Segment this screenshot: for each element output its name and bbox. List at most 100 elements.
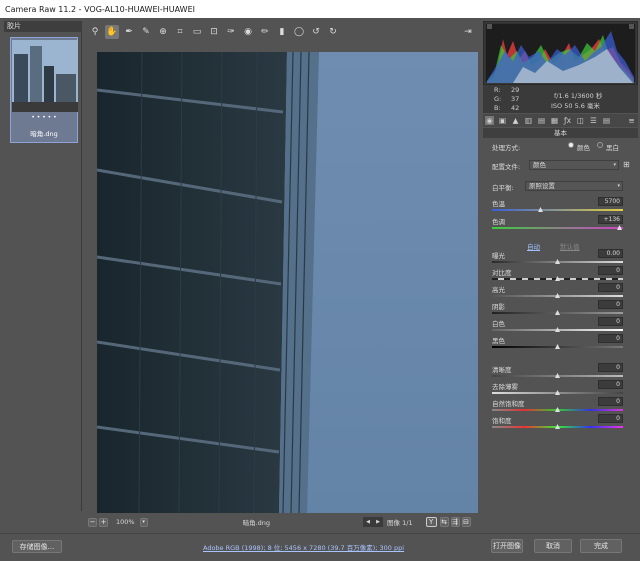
- transform-icon[interactable]: ⊡: [207, 25, 221, 39]
- zoom-out-button[interactable]: −: [88, 517, 97, 527]
- image-nav[interactable]: ◀ ▶: [363, 517, 384, 527]
- color-sampler-icon[interactable]: ✎: [139, 25, 153, 39]
- clarity-label: 清晰度: [492, 366, 512, 374]
- rotate-right-icon[interactable]: ↻: [326, 25, 340, 39]
- swap-settings-icon[interactable]: ⇆: [439, 517, 449, 527]
- tab-hsl-icon[interactable]: ▥: [524, 116, 533, 125]
- temp-slider-track[interactable]: [492, 209, 623, 211]
- hand-icon[interactable]: ✋: [105, 25, 119, 39]
- tab-split-toning-icon[interactable]: ▤: [537, 116, 546, 125]
- blacks-value[interactable]: 0: [598, 334, 623, 343]
- rotate-left-icon[interactable]: ↺: [309, 25, 323, 39]
- clarity-value[interactable]: 0: [598, 363, 623, 372]
- r-value: 29: [511, 86, 520, 94]
- highlights-value[interactable]: 0: [598, 283, 623, 292]
- adjustment-brush-icon[interactable]: ✏: [258, 25, 272, 39]
- b-label: B:: [494, 104, 501, 112]
- default-link[interactable]: 默认值: [560, 241, 580, 251]
- window-title-bar: Camera Raw 11.2 - VOG-AL10-HUAWEI-HUAWEI: [0, 0, 640, 18]
- tint-slider-track[interactable]: [492, 227, 623, 229]
- section-title: 基本: [483, 128, 638, 138]
- straighten-icon[interactable]: ▭: [190, 25, 204, 39]
- tab-effects-icon[interactable]: ƒx: [563, 116, 572, 125]
- radial-filter-icon[interactable]: ◯: [292, 25, 306, 39]
- g-value: 37: [511, 95, 520, 103]
- preview-status-bar: − + 100% ▾ 暗角.dng ◀ ▶ 图像 1/1 Y ⇆ ⇶ ⊟: [88, 515, 478, 529]
- bw-option-label: 黑白: [606, 144, 619, 152]
- profile-label: 配置文件:: [492, 163, 521, 171]
- crop-icon[interactable]: ⌗: [173, 25, 187, 39]
- histogram: [483, 21, 638, 85]
- blacks-label: 黑色: [492, 337, 505, 345]
- color-radio[interactable]: [568, 142, 574, 148]
- before-after-button[interactable]: Y: [425, 517, 437, 527]
- next-image-icon[interactable]: ▶: [376, 519, 380, 525]
- shadow-clip-icon[interactable]: [487, 24, 492, 29]
- tint-label: 色调: [492, 218, 505, 226]
- prev-image-icon[interactable]: ◀: [366, 519, 370, 525]
- highlights-label: 高光: [492, 286, 505, 294]
- b-value: 42: [511, 104, 520, 112]
- vibrance-value[interactable]: 0: [598, 397, 623, 406]
- saturation-label: 饱和度: [492, 417, 512, 425]
- shadows-value[interactable]: 0: [598, 300, 623, 309]
- rgb-readout: R: 29 G: 37 B: 42 f/1.6 1/3600 秒 ISO 50 …: [483, 85, 638, 113]
- copy-settings-icon[interactable]: ⇶: [450, 517, 460, 527]
- vibrance-label: 自然饱和度: [492, 400, 525, 408]
- cancel-button[interactable]: 取消: [534, 539, 572, 553]
- target-adjust-icon[interactable]: ⊕: [156, 25, 170, 39]
- temp-value[interactable]: 5700: [598, 197, 623, 206]
- wb-value: 原照设置: [529, 181, 555, 190]
- tab-lens-icon[interactable]: ▦: [550, 116, 559, 125]
- thumbnail-filename: 暗角.dng: [30, 130, 58, 138]
- whites-value[interactable]: 0: [598, 317, 623, 326]
- tab-detail-icon[interactable]: ▲: [511, 116, 520, 125]
- tab-calibration-icon[interactable]: ◫: [576, 116, 585, 125]
- panel-menu-icon[interactable]: ≡: [627, 116, 636, 125]
- contrast-label: 对比度: [492, 269, 512, 277]
- open-image-button[interactable]: 打开图像: [491, 539, 523, 553]
- bottom-bar: 存储图像... Adobe RGB (1998); 8 位; 5456 x 72…: [0, 533, 640, 561]
- zoom-level[interactable]: 100%: [116, 518, 135, 526]
- zoom-in-button[interactable]: +: [99, 517, 108, 527]
- tab-snapshots-icon[interactable]: ▤: [602, 116, 611, 125]
- bw-radio[interactable]: [597, 142, 603, 148]
- shadows-label: 阴影: [492, 303, 505, 311]
- red-eye-icon[interactable]: ◉: [241, 25, 255, 39]
- wb-select[interactable]: 原照设置 ▾: [525, 181, 623, 191]
- spot-removal-icon[interactable]: ✑: [224, 25, 238, 39]
- profile-select[interactable]: 颜色 ▾: [529, 160, 619, 170]
- zoom-dropdown-icon[interactable]: ▾: [139, 517, 148, 527]
- graduated-filter-icon[interactable]: ▮: [275, 25, 289, 39]
- exposure-info: f/1.6 1/3600 秒: [554, 92, 603, 100]
- done-button[interactable]: 完成: [580, 539, 622, 553]
- histogram-graph: [484, 22, 637, 84]
- open-in-photoshop-icon[interactable]: ⇥: [461, 25, 475, 39]
- saturation-value[interactable]: 0: [598, 414, 623, 423]
- dehaze-value[interactable]: 0: [598, 380, 623, 389]
- tint-value[interactable]: +136: [598, 215, 623, 224]
- filmstrip-thumbnail[interactable]: • • • • • 暗角.dng: [10, 37, 78, 143]
- toggle-settings-icon[interactable]: ⊟: [461, 517, 471, 527]
- save-image-button[interactable]: 存储图像...: [12, 540, 62, 553]
- panel-tabs: ◉ ▣ ▲ ▥ ▤ ▦ ƒx ◫ ☰ ▤ ≡: [483, 114, 638, 127]
- preview-filename: 暗角.dng: [242, 519, 271, 527]
- wb-label: 白平衡:: [492, 184, 514, 192]
- iso-info: ISO 50 5.6 毫米: [551, 102, 600, 110]
- white-balance-icon[interactable]: ✒: [122, 25, 136, 39]
- tab-basic-icon[interactable]: ◉: [485, 116, 494, 125]
- workflow-options-link[interactable]: Adobe RGB (1998); 8 位; 5456 x 7280 (39.7…: [203, 542, 404, 552]
- tab-tone-curve-icon[interactable]: ▣: [498, 116, 507, 125]
- dehaze-label: 去除薄雾: [492, 383, 518, 391]
- tab-presets-icon[interactable]: ☰: [589, 116, 598, 125]
- exposure-value[interactable]: 0.00: [598, 249, 623, 258]
- thumbnail-image: [12, 40, 78, 112]
- auto-link[interactable]: 自动: [527, 241, 540, 251]
- highlight-clip-icon[interactable]: [629, 24, 634, 29]
- window-title: Camera Raw 11.2 - VOG-AL10-HUAWEI-HUAWEI: [5, 4, 195, 14]
- contrast-value[interactable]: 0: [598, 266, 623, 275]
- profile-browser-icon[interactable]: ⊞: [623, 160, 633, 170]
- rating-stars[interactable]: • • • • •: [11, 114, 77, 121]
- image-preview[interactable]: [97, 52, 478, 513]
- zoom-icon[interactable]: ⚲: [88, 25, 102, 39]
